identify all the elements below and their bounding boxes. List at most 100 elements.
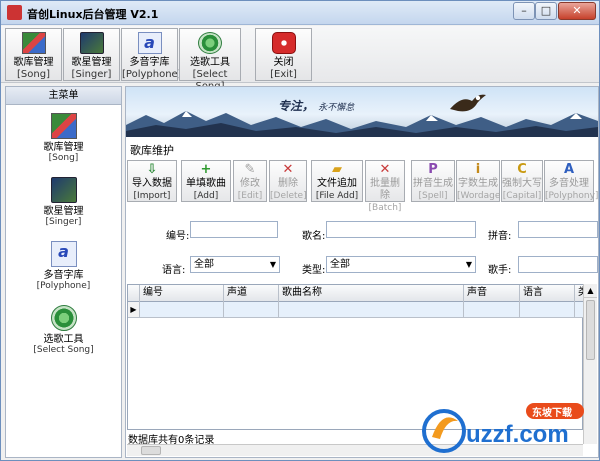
action-label: 拼音生成 [413, 178, 453, 189]
type-select[interactable]: 全部 ▼ [326, 256, 476, 273]
sidebar-item-label: 歌库管理 [43, 142, 84, 153]
singer-label: 歌手: [488, 265, 512, 276]
sidebar-item-label: 歌星管理 [43, 206, 84, 217]
song-library-icon [50, 113, 77, 139]
banner-slogan: 专注， 永不懈怠 [278, 99, 355, 113]
polyphony-icon: A [563, 162, 575, 177]
sidebar: 主菜单 歌库管理 [Song] 歌星管理 [Singer] a 多音字库 [Po… [5, 86, 122, 458]
toolbar-en-label: [Exit] [270, 69, 297, 80]
action-label: 文件追加 [317, 178, 357, 189]
language-label: 语言: [162, 265, 186, 276]
action-batch-button[interactable]: ✕ 批量删除 [Batch] [365, 160, 405, 213]
select-song-icon [50, 305, 77, 331]
toolbar-song-button[interactable]: 歌库管理 [Song] [5, 28, 62, 81]
row-indicator-header [128, 285, 140, 302]
action-en-label: [Capital] [502, 191, 542, 201]
id-input[interactable] [190, 221, 278, 238]
action-label: 字数生成 [458, 178, 498, 189]
action-add-button[interactable]: + 单填歌曲 [Add] [181, 160, 231, 202]
id-label: 编号: [166, 231, 190, 242]
type-value: 全部 [330, 259, 350, 270]
sidebar-item-label: 多音字库 [43, 270, 84, 281]
import-icon: ⇩ [146, 162, 158, 177]
column-header[interactable]: 编号 [140, 285, 224, 302]
language-select[interactable]: 全部 ▼ [190, 256, 280, 273]
action-en-label: [Import] [133, 191, 171, 201]
scroll-thumb[interactable] [141, 446, 161, 455]
table-row[interactable]: ▶ [128, 302, 584, 318]
singer-input[interactable] [518, 256, 598, 273]
toolbar-label: 选歌工具 [190, 57, 230, 68]
toolbar-singer-button[interactable]: 歌星管理 [Singer] [63, 28, 120, 81]
column-header[interactable]: 歌曲名称 [279, 285, 464, 302]
table-header: 编号 声道 歌曲名称 声音 语言 类 [128, 285, 584, 302]
action-en-label: [Delete] [270, 191, 307, 201]
column-header[interactable]: 语言 [520, 285, 575, 302]
pinyin-label: 拼音: [488, 231, 512, 242]
table-cell[interactable] [224, 302, 279, 317]
action-en-label: [Spell] [418, 191, 448, 201]
edit-icon: ✎ [244, 162, 256, 177]
action-delete-button[interactable]: ✕ 删除 [Delete] [269, 160, 307, 202]
singer-icon [79, 32, 104, 54]
column-header[interactable]: 声音 [464, 285, 520, 302]
app-icon [7, 5, 22, 20]
toolbar-label: 多音字库 [129, 57, 170, 68]
action-label: 导入数据 [132, 178, 172, 189]
toolbar-en-label: [Polyphone] [122, 69, 182, 80]
table-cell[interactable] [464, 302, 520, 317]
song-name-input[interactable] [326, 221, 476, 238]
toolbar-en-label: [Song] [17, 69, 50, 80]
sidebar-item-polyphone[interactable]: a 多音字库 [Polyphone] [6, 241, 121, 292]
action-label: 批量删除 [370, 178, 400, 201]
sidebar-item-singer[interactable]: 歌星管理 [Singer] [6, 177, 121, 228]
action-en-label: [Add] [193, 191, 219, 201]
action-fileadd-button[interactable]: ▰ 文件追加 [File Add] [311, 160, 363, 202]
close-window-button[interactable]: ✕ [558, 2, 596, 20]
song-library-icon [21, 32, 46, 54]
scroll-up-icon[interactable]: ▲ [584, 284, 597, 298]
toolbar-polyphone-button[interactable]: a 多音字库 [Polyphone] [121, 28, 182, 81]
action-label: 强制大写 [502, 178, 542, 189]
app-window: 音创Linux后台管理 V2.1 – □ ✕ 歌库管理 [Song] 歌星管理 … [0, 0, 600, 461]
action-capital-button[interactable]: C 强制大写 [Capital] [501, 160, 543, 202]
batch-delete-icon: ✕ [379, 162, 391, 177]
singer-icon [50, 177, 77, 203]
toolbar-label: 歌星管理 [71, 57, 112, 68]
action-en-label: [Batch] [368, 203, 402, 213]
table-cell[interactable] [279, 302, 464, 317]
column-header[interactable]: 声道 [224, 285, 279, 302]
pinyin-input[interactable] [518, 221, 598, 238]
language-value: 全部 [194, 259, 214, 270]
sidebar-header: 主菜单 [6, 87, 121, 105]
action-polyphony-button[interactable]: A 多音处理 [Polyphony] [544, 160, 598, 202]
action-import-button[interactable]: ⇩ 导入数据 [Import] [127, 160, 177, 202]
minimize-button[interactable]: – [513, 2, 535, 20]
select-song-icon [198, 32, 222, 54]
action-spell-button[interactable]: P 拼音生成 [Spell] [411, 160, 455, 202]
polyphone-icon: a [50, 241, 77, 267]
sidebar-item-label: 选歌工具 [43, 334, 84, 345]
action-edit-button[interactable]: ✎ 修改 [Edit] [233, 160, 267, 202]
action-label: 多音处理 [549, 178, 589, 189]
sidebar-item-en-label: [Select Song] [33, 345, 94, 355]
chevron-down-icon: ▼ [269, 260, 276, 269]
table-cell[interactable] [520, 302, 575, 317]
toolbar-exit-button[interactable]: 关闭 [Exit] [255, 28, 312, 81]
title-bar: 音创Linux后台管理 V2.1 – □ ✕ [1, 1, 599, 25]
toolbar-label: 歌库管理 [13, 57, 54, 68]
maximize-button[interactable]: □ [535, 2, 557, 20]
action-wordage-button[interactable]: i 字数生成 [Wordage] [456, 160, 504, 202]
action-toolbar: ⇩ 导入数据 [Import] + 单填歌曲 [Add] ✎ 修改 [Edit] ✕ 删除 [Dele… [126, 159, 598, 213]
toolbar-select-song-button[interactable]: 选歌工具 [Select Song] [179, 28, 241, 92]
table-cell[interactable] [140, 302, 224, 317]
add-icon: + [200, 162, 212, 177]
banner: 专注， 永不懈怠 [126, 87, 598, 137]
scroll-thumb[interactable] [586, 300, 595, 360]
polyphone-icon: a [137, 32, 162, 54]
sidebar-item-select-song[interactable]: 选歌工具 [Select Song] [6, 305, 121, 356]
toolbar-label: 关闭 [273, 57, 294, 68]
sidebar-item-song[interactable]: 歌库管理 [Song] [6, 113, 121, 164]
mountain-image [126, 111, 598, 137]
type-label: 类型: [302, 265, 326, 276]
